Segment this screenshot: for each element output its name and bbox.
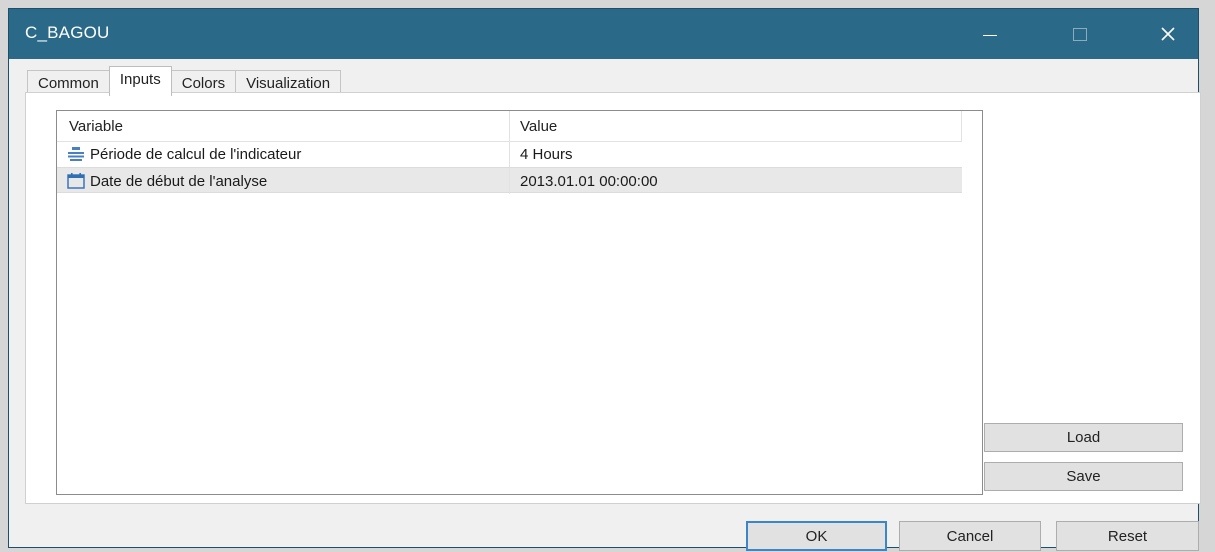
calendar-icon	[67, 173, 85, 189]
column-divider[interactable]	[509, 111, 510, 141]
title-bar[interactable]: C_BAGOU	[9, 9, 1198, 59]
window-title: C_BAGOU	[25, 23, 110, 42]
variable-value[interactable]: 4 Hours	[520, 141, 573, 167]
close-icon	[1161, 27, 1175, 41]
inputs-grid[interactable]: Variable Value Période de calcul de l'in…	[56, 110, 983, 495]
save-button[interactable]: Save	[984, 462, 1183, 491]
column-divider	[961, 111, 962, 141]
column-header-value[interactable]: Value	[520, 111, 557, 141]
minimize-button[interactable]	[962, 9, 1018, 59]
maximize-button	[1052, 9, 1108, 59]
tab-inputs[interactable]: Inputs	[108, 66, 172, 96]
tab-label: Colors	[181, 74, 226, 92]
cancel-button[interactable]: Cancel	[899, 521, 1041, 551]
cell-divider	[509, 168, 510, 194]
grid-header: Variable Value	[57, 111, 962, 142]
cell-divider	[509, 141, 510, 167]
minimize-icon	[983, 34, 997, 36]
load-button[interactable]: Load	[984, 423, 1183, 452]
maximize-icon	[1073, 27, 1087, 41]
enum-list-icon	[68, 147, 84, 161]
tab-label: Inputs	[119, 71, 161, 88]
ok-button[interactable]: OK	[746, 521, 887, 551]
indicator-properties-dialog: C_BAGOU Common Inputs Colors Visualizati…	[8, 8, 1201, 551]
tab-strip: Common Inputs Colors Visualization	[27, 66, 342, 96]
tab-label: Common	[38, 74, 99, 92]
column-header-variable[interactable]: Variable	[69, 111, 123, 141]
close-button[interactable]	[1140, 9, 1196, 59]
table-row[interactable]: Date de début de l'analyse 2013.01.01 00…	[57, 167, 962, 194]
variable-name: Période de calcul de l'indicateur	[90, 145, 302, 163]
reset-button[interactable]: Reset	[1056, 521, 1199, 551]
variable-value[interactable]: 2013.01.01 00:00:00	[520, 168, 658, 194]
tab-label: Visualization	[246, 74, 331, 92]
table-row[interactable]: Période de calcul de l'indicateur 4 Hour…	[57, 141, 962, 167]
variable-name: Date de début de l'analyse	[90, 172, 268, 190]
